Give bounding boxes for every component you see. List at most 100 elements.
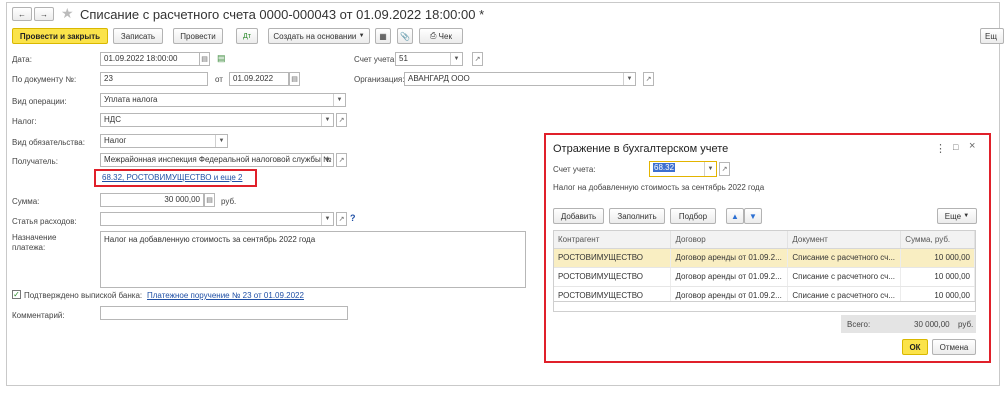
date-label: Дата: xyxy=(12,55,32,64)
chevron-down-icon[interactable]: ▼ xyxy=(321,213,333,225)
open-icon[interactable]: ↗ xyxy=(336,113,347,127)
organization-input[interactable]: АВАНГАРД ООО ▼ xyxy=(404,72,636,86)
window-title: Списание с расчетного счета 0000-000043 … xyxy=(80,7,485,22)
create-based-on-button[interactable]: Создать на основании ▼ xyxy=(268,28,370,44)
chevron-down-icon[interactable]: ▼ xyxy=(333,94,345,106)
document-cell[interactable]: Списание с расчетного сч... xyxy=(787,267,902,287)
move-down-button[interactable]: ▼ xyxy=(744,208,762,224)
move-up-button[interactable]: ▲ xyxy=(726,208,744,224)
sum-cell[interactable]: 10 000,00 xyxy=(900,286,975,301)
select-button[interactable]: Подбор xyxy=(670,208,716,224)
chevron-down-icon[interactable]: ▼ xyxy=(450,53,462,65)
favorite-star-icon[interactable]: ★ xyxy=(61,5,74,22)
column-header[interactable]: Сумма, руб. xyxy=(900,231,975,249)
obligation-input[interactable]: Налог ▼ xyxy=(100,134,228,148)
save-button[interactable]: Записать xyxy=(113,28,163,44)
dialog-account-value: 68.32 xyxy=(653,163,676,172)
obligation-label: Вид обязательства: xyxy=(12,138,85,147)
arrow-left-icon: ← xyxy=(18,9,26,19)
chevron-down-icon: ▼ xyxy=(358,33,365,39)
ok-button[interactable]: ОК xyxy=(902,339,928,355)
create-based-on-label: Создать на основании xyxy=(273,31,357,41)
sum-cell[interactable]: 10 000,00 xyxy=(900,248,975,268)
account-label: Счет учета: xyxy=(354,55,397,64)
payment-order-link[interactable]: Платежное поручение № 23 от 01.09.2022 xyxy=(147,291,304,300)
check-button[interactable]: ⎙ Чек xyxy=(419,28,463,44)
chevron-down-icon[interactable]: ▼ xyxy=(321,154,333,166)
contractor-cell[interactable]: РОСТОВИМУЩЕСТВО xyxy=(554,267,672,287)
column-header[interactable]: Контрагент xyxy=(554,231,672,249)
open-icon[interactable]: ↗ xyxy=(336,153,347,167)
more-button[interactable]: Ещ xyxy=(980,28,1004,44)
account-input[interactable]: 51 ▼ xyxy=(395,52,463,66)
close-icon[interactable]: × xyxy=(969,140,975,152)
confirmed-label: Подтверждено выпиской банка: xyxy=(24,291,143,300)
doc-number-label: По документу №: xyxy=(12,75,77,84)
total-label: Всего: xyxy=(847,320,871,329)
expense-input[interactable]: ▼ xyxy=(100,212,334,226)
open-icon[interactable]: ↗ xyxy=(719,162,730,176)
contract-cell[interactable]: Договор аренды от 01.09.2... xyxy=(670,286,789,301)
help-icon[interactable]: ? xyxy=(350,213,356,223)
comment-input[interactable] xyxy=(100,306,348,320)
calculator-icon[interactable]: ▤ xyxy=(204,193,215,207)
doc-date-input[interactable]: 01.09.2022 xyxy=(229,72,289,86)
column-header[interactable]: Документ xyxy=(787,231,902,249)
chevron-down-icon: ▼ xyxy=(963,213,970,219)
confirmed-checkbox[interactable]: ✓ xyxy=(12,290,21,299)
contractor-cell[interactable]: РОСТОВИМУЩЕСТВО xyxy=(554,248,672,268)
dialog-account-input[interactable]: 68.32 ▼ xyxy=(649,161,717,177)
forward-button[interactable]: → xyxy=(34,7,54,21)
status-icon: ▤ xyxy=(217,53,226,63)
chevron-down-icon[interactable]: ▼ xyxy=(321,114,333,126)
post-and-close-button[interactable]: Провести и закрыть xyxy=(12,28,108,44)
tax-value: НДС xyxy=(104,115,121,124)
total-currency: руб. xyxy=(958,320,974,329)
date-input[interactable]: 01.09.2022 18:00:00 xyxy=(100,52,200,66)
currency-label: руб. xyxy=(221,197,237,206)
tax-input[interactable]: НДС ▼ xyxy=(100,113,334,127)
printer-icon: ⎙ xyxy=(430,31,437,40)
open-icon[interactable]: ↗ xyxy=(472,52,483,66)
chevron-down-icon[interactable]: ▼ xyxy=(623,73,635,85)
dialog-more-label: Еще xyxy=(944,211,962,221)
table-row[interactable]: РОСТОВИМУЩЕСТВО Договор аренды от 01.09.… xyxy=(554,286,975,301)
total-value: 30 000,00 xyxy=(914,320,950,329)
entries-table: Контрагент Договор Документ Сумма, руб. … xyxy=(554,231,975,301)
menu-icon[interactable]: ⋮ xyxy=(935,142,946,155)
table-row[interactable]: РОСТОВИМУЩЕСТВО Договор аренды от 01.09.… xyxy=(554,267,975,287)
cancel-button[interactable]: Отмена xyxy=(932,339,976,355)
dt-kt-icon[interactable]: Дт xyxy=(236,28,258,44)
report-icon[interactable]: ▦ xyxy=(375,28,391,44)
contract-cell[interactable]: Договор аренды от 01.09.2... xyxy=(670,267,789,287)
document-cell[interactable]: Списание с расчетного сч... xyxy=(787,248,902,268)
contractor-cell[interactable]: РОСТОВИМУЩЕСТВО xyxy=(554,286,672,301)
back-button[interactable]: ← xyxy=(12,7,32,21)
chevron-down-icon[interactable]: ▼ xyxy=(215,135,227,147)
dialog-more-button[interactable]: Еще ▼ xyxy=(937,208,977,224)
document-cell[interactable]: Списание с расчетного сч... xyxy=(787,286,902,301)
sum-cell[interactable]: 10 000,00 xyxy=(900,267,975,287)
contract-cell[interactable]: Договор аренды от 01.09.2... xyxy=(670,248,789,268)
fill-button[interactable]: Заполнить xyxy=(609,208,665,224)
accounting-link[interactable]: 68.32, РОСТОВИМУЩЕСТВО и еще 2 xyxy=(102,173,242,182)
table-row[interactable]: РОСТОВИМУЩЕСТВО Договор аренды от 01.09.… xyxy=(554,248,975,268)
open-icon[interactable]: ↗ xyxy=(643,72,654,86)
add-button[interactable]: Добавить xyxy=(553,208,604,224)
column-header[interactable]: Договор xyxy=(670,231,789,249)
sum-input[interactable]: 30 000,00 xyxy=(100,193,204,207)
post-button[interactable]: Провести xyxy=(173,28,223,44)
arrow-up-icon: ▲ xyxy=(731,211,739,221)
organization-value: АВАНГАРД ООО xyxy=(408,74,470,83)
open-icon[interactable]: ↗ xyxy=(336,212,347,226)
sum-label: Сумма: xyxy=(12,197,40,206)
chevron-down-icon[interactable]: ▼ xyxy=(704,162,716,176)
purpose-textarea[interactable]: Налог на добавленную стоимость за сентяб… xyxy=(100,231,526,288)
maximize-icon[interactable]: □ xyxy=(953,142,958,152)
attachment-icon[interactable]: 📎 xyxy=(397,28,413,44)
operation-type-input[interactable]: Уплата налога ▼ xyxy=(100,93,346,107)
calendar-icon[interactable]: ▤ xyxy=(199,52,210,66)
doc-number-input[interactable]: 23 xyxy=(100,72,208,86)
recipient-input[interactable]: Межрайонная инспекция Федеральной налого… xyxy=(100,153,334,167)
calendar-icon[interactable]: ▤ xyxy=(289,72,300,86)
